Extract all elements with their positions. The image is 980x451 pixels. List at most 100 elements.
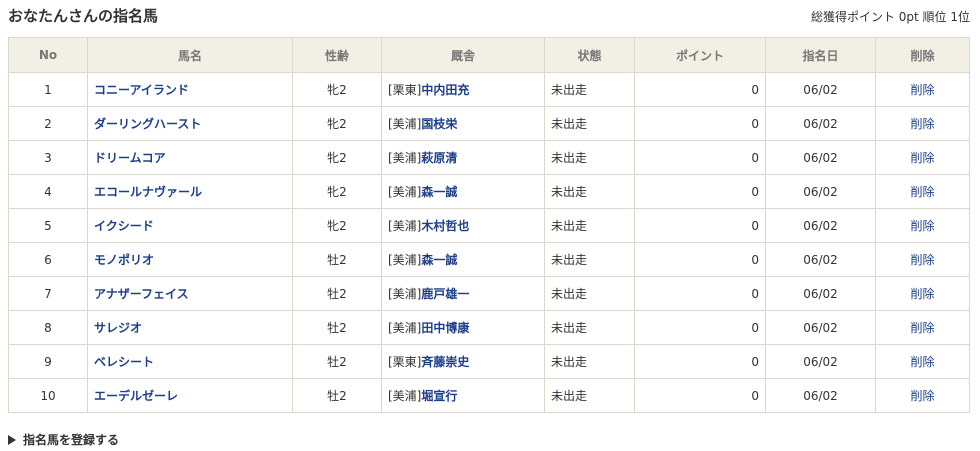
row-points: 0 [634, 140, 766, 175]
trainer-link[interactable]: 中内田充 [421, 83, 469, 97]
row-status: 未出走 [544, 344, 635, 379]
row-sex-age: 牝2 [292, 208, 382, 243]
row-stable-cell: [美浦]鹿戸雄一 [381, 276, 545, 311]
nominated-horses-table: No 馬名 性齢 厩舎 状態 ポイント 指名日 削除 1 コニーアイランド 牝2… [8, 37, 970, 413]
delete-link[interactable]: 削除 [910, 287, 934, 301]
row-horse-name-cell: イクシード [87, 208, 293, 243]
row-status: 未出走 [544, 242, 635, 277]
row-sex-age: 牡2 [292, 378, 382, 413]
triangle-right-icon [8, 434, 16, 445]
row-horse-name-cell: エーデルゼーレ [87, 378, 293, 413]
row-points: 0 [634, 378, 766, 413]
row-points: 0 [634, 344, 766, 379]
trainer-link[interactable]: 鹿戸雄一 [421, 287, 469, 301]
row-horse-name-cell: ベレシート [87, 344, 293, 379]
row-date: 06/02 [765, 208, 876, 243]
table-row: 5 イクシード 牝2 [美浦]木村哲也 未出走 0 06/02 削除 [8, 208, 970, 243]
row-status: 未出走 [544, 140, 635, 175]
trainer-link[interactable]: 斉藤崇史 [421, 355, 469, 369]
row-points: 0 [634, 208, 766, 243]
trainer-link[interactable]: 森一誠 [421, 185, 457, 199]
horse-name-link[interactable]: モノポリオ [94, 253, 154, 267]
row-delete-cell: 削除 [875, 140, 970, 175]
row-delete-cell: 削除 [875, 242, 970, 277]
delete-link[interactable]: 削除 [910, 253, 934, 267]
row-stable-cell: [美浦]堀宣行 [381, 378, 545, 413]
row-date: 06/02 [765, 344, 876, 379]
points-summary: 総獲得ポイント 0pt 順位 1位 [810, 10, 970, 24]
column-header-points: ポイント [634, 37, 766, 73]
row-sex-age: 牡2 [292, 276, 382, 311]
horse-name-link[interactable]: イクシード [94, 219, 154, 233]
trainer-link[interactable]: 森一誠 [421, 253, 457, 267]
table-row: 10 エーデルゼーレ 牡2 [美浦]堀宣行 未出走 0 06/02 削除 [8, 378, 970, 413]
row-horse-name-cell: サレジオ [87, 310, 293, 345]
row-no: 5 [8, 208, 88, 243]
horse-name-link[interactable]: コニーアイランド [94, 83, 189, 97]
table-row: 1 コニーアイランド 牝2 [栗東]中内田充 未出走 0 06/02 削除 [8, 72, 970, 107]
row-stable-cell: [美浦]国枝栄 [381, 106, 545, 141]
row-stable-cell: [美浦]木村哲也 [381, 208, 545, 243]
row-no: 8 [8, 310, 88, 345]
row-delete-cell: 削除 [875, 208, 970, 243]
register-nominee-link[interactable]: 指名馬を登録する [8, 431, 119, 448]
row-delete-cell: 削除 [875, 276, 970, 311]
row-stable-cell: [美浦]田中博康 [381, 310, 545, 345]
row-no: 1 [8, 72, 88, 107]
stable-area: [美浦] [388, 287, 422, 301]
horse-name-link[interactable]: ダーリングハースト [94, 117, 201, 131]
trainer-link[interactable]: 萩原清 [421, 151, 457, 165]
row-status: 未出走 [544, 276, 635, 311]
stable-area: [栗東] [388, 83, 422, 97]
row-delete-cell: 削除 [875, 378, 970, 413]
delete-link[interactable]: 削除 [910, 151, 934, 165]
table-row: 2 ダーリングハースト 牝2 [美浦]国枝栄 未出走 0 06/02 削除 [8, 106, 970, 141]
horse-name-link[interactable]: ドリームコア [94, 151, 166, 165]
stable-area: [美浦] [388, 219, 422, 233]
horse-name-link[interactable]: アナザーフェイス [94, 287, 189, 301]
delete-link[interactable]: 削除 [910, 117, 934, 131]
stable-area: [美浦] [388, 321, 422, 335]
row-sex-age: 牝2 [292, 140, 382, 175]
table-row: 8 サレジオ 牡2 [美浦]田中博康 未出走 0 06/02 削除 [8, 310, 970, 345]
row-horse-name-cell: エコールナヴァール [87, 174, 293, 209]
row-points: 0 [634, 276, 766, 311]
table-row: 7 アナザーフェイス 牡2 [美浦]鹿戸雄一 未出走 0 06/02 削除 [8, 276, 970, 311]
row-no: 6 [8, 242, 88, 277]
row-status: 未出走 [544, 310, 635, 345]
row-no: 3 [8, 140, 88, 175]
horse-name-link[interactable]: エコールナヴァール [94, 185, 202, 199]
delete-link[interactable]: 削除 [910, 355, 934, 369]
stable-area: [美浦] [388, 253, 422, 267]
horse-name-link[interactable]: ベレシート [94, 355, 154, 369]
page-header: おなたんさんの指名馬 総獲得ポイント 0pt 順位 1位 [0, 0, 980, 30]
row-stable-cell: [美浦]森一誠 [381, 174, 545, 209]
delete-link[interactable]: 削除 [910, 185, 934, 199]
delete-link[interactable]: 削除 [910, 219, 934, 233]
table-header-row: No 馬名 性齢 厩舎 状態 ポイント 指名日 削除 [8, 37, 970, 73]
trainer-link[interactable]: 堀宣行 [421, 389, 457, 403]
trainer-link[interactable]: 木村哲也 [421, 219, 469, 233]
horse-name-link[interactable]: サレジオ [94, 321, 142, 335]
row-date: 06/02 [765, 276, 876, 311]
row-no: 4 [8, 174, 88, 209]
row-stable-cell: [栗東]斉藤崇史 [381, 344, 545, 379]
stable-area: [栗東] [388, 355, 422, 369]
horse-name-link[interactable]: エーデルゼーレ [94, 389, 178, 403]
row-status: 未出走 [544, 106, 635, 141]
delete-link[interactable]: 削除 [910, 83, 934, 97]
row-points: 0 [634, 242, 766, 277]
column-header-status: 状態 [544, 37, 635, 73]
delete-link[interactable]: 削除 [910, 321, 934, 335]
row-sex-age: 牝2 [292, 72, 382, 107]
row-stable-cell: [美浦]萩原清 [381, 140, 545, 175]
stable-area: [美浦] [388, 185, 422, 199]
delete-link[interactable]: 削除 [910, 389, 934, 403]
row-date: 06/02 [765, 72, 876, 107]
trainer-link[interactable]: 田中博康 [421, 321, 469, 335]
column-header-stable: 厩舎 [381, 37, 545, 73]
row-horse-name-cell: ダーリングハースト [87, 106, 293, 141]
trainer-link[interactable]: 国枝栄 [421, 117, 457, 131]
row-horse-name-cell: モノポリオ [87, 242, 293, 277]
row-delete-cell: 削除 [875, 72, 970, 107]
